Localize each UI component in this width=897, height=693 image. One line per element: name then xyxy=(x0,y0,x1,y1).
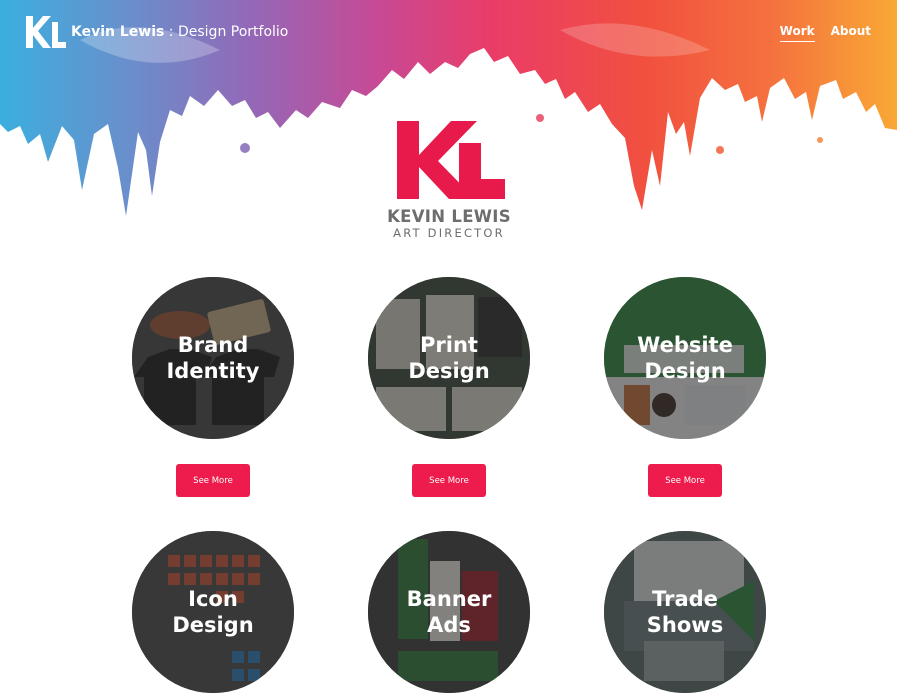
card-title-line1: Brand xyxy=(177,333,249,357)
hero-name: KEVIN LEWIS xyxy=(387,207,511,226)
card-title: Website Design xyxy=(604,277,766,439)
nav-link-work[interactable]: Work xyxy=(779,24,815,42)
card-title: Icon Design xyxy=(132,531,294,693)
card-title-line2: Design xyxy=(644,359,726,383)
see-more-button-brand-identity[interactable]: See More xyxy=(176,464,250,497)
card-title-line2: Design xyxy=(408,359,490,383)
card-title-line2: Design xyxy=(172,613,254,637)
main-nav: Work About xyxy=(779,24,871,42)
portfolio-card-print-design[interactable]: Print Design xyxy=(368,277,530,439)
card-title: Brand Identity xyxy=(132,277,294,439)
portfolio-card-website-design[interactable]: Website Design xyxy=(604,277,766,439)
kl-monogram-icon[interactable] xyxy=(26,16,66,48)
see-more-button-print-design[interactable]: See More xyxy=(412,464,486,497)
card-title-line2: Ads xyxy=(427,613,471,637)
see-more-button-website-design[interactable]: See More xyxy=(648,464,722,497)
portfolio-card-icon-design[interactable]: Icon Design xyxy=(132,531,294,693)
card-title: Print Design xyxy=(368,277,530,439)
hero-role: ART DIRECTOR xyxy=(393,226,505,240)
card-title-line1: Trade xyxy=(652,587,718,611)
card-title-line1: Print xyxy=(420,333,478,357)
card-title-line1: Website xyxy=(637,333,733,357)
site-title-suffix: Design Portfolio xyxy=(177,24,289,40)
portfolio-card-trade-shows[interactable]: Trade Shows xyxy=(604,531,766,693)
portfolio-card-banner-ads[interactable]: Banner Ads xyxy=(368,531,530,693)
card-title-line1: Icon xyxy=(188,587,238,611)
card-title-line1: Banner xyxy=(406,587,492,611)
site-title-separator: : xyxy=(164,24,178,40)
top-navigation-bar: Kevin Lewis : Design Portfolio Work Abou… xyxy=(0,0,897,64)
portfolio-card-brand-identity[interactable]: Brand Identity xyxy=(132,277,294,439)
site-title-name: Kevin Lewis xyxy=(71,24,165,40)
card-title-line2: Shows xyxy=(646,613,724,637)
card-title: Trade Shows xyxy=(604,531,766,693)
card-title-line2: Identity xyxy=(166,359,260,383)
card-title: Banner Ads xyxy=(368,531,530,693)
nav-link-about[interactable]: About xyxy=(831,24,871,42)
site-title[interactable]: Kevin Lewis : Design Portfolio xyxy=(71,24,288,40)
